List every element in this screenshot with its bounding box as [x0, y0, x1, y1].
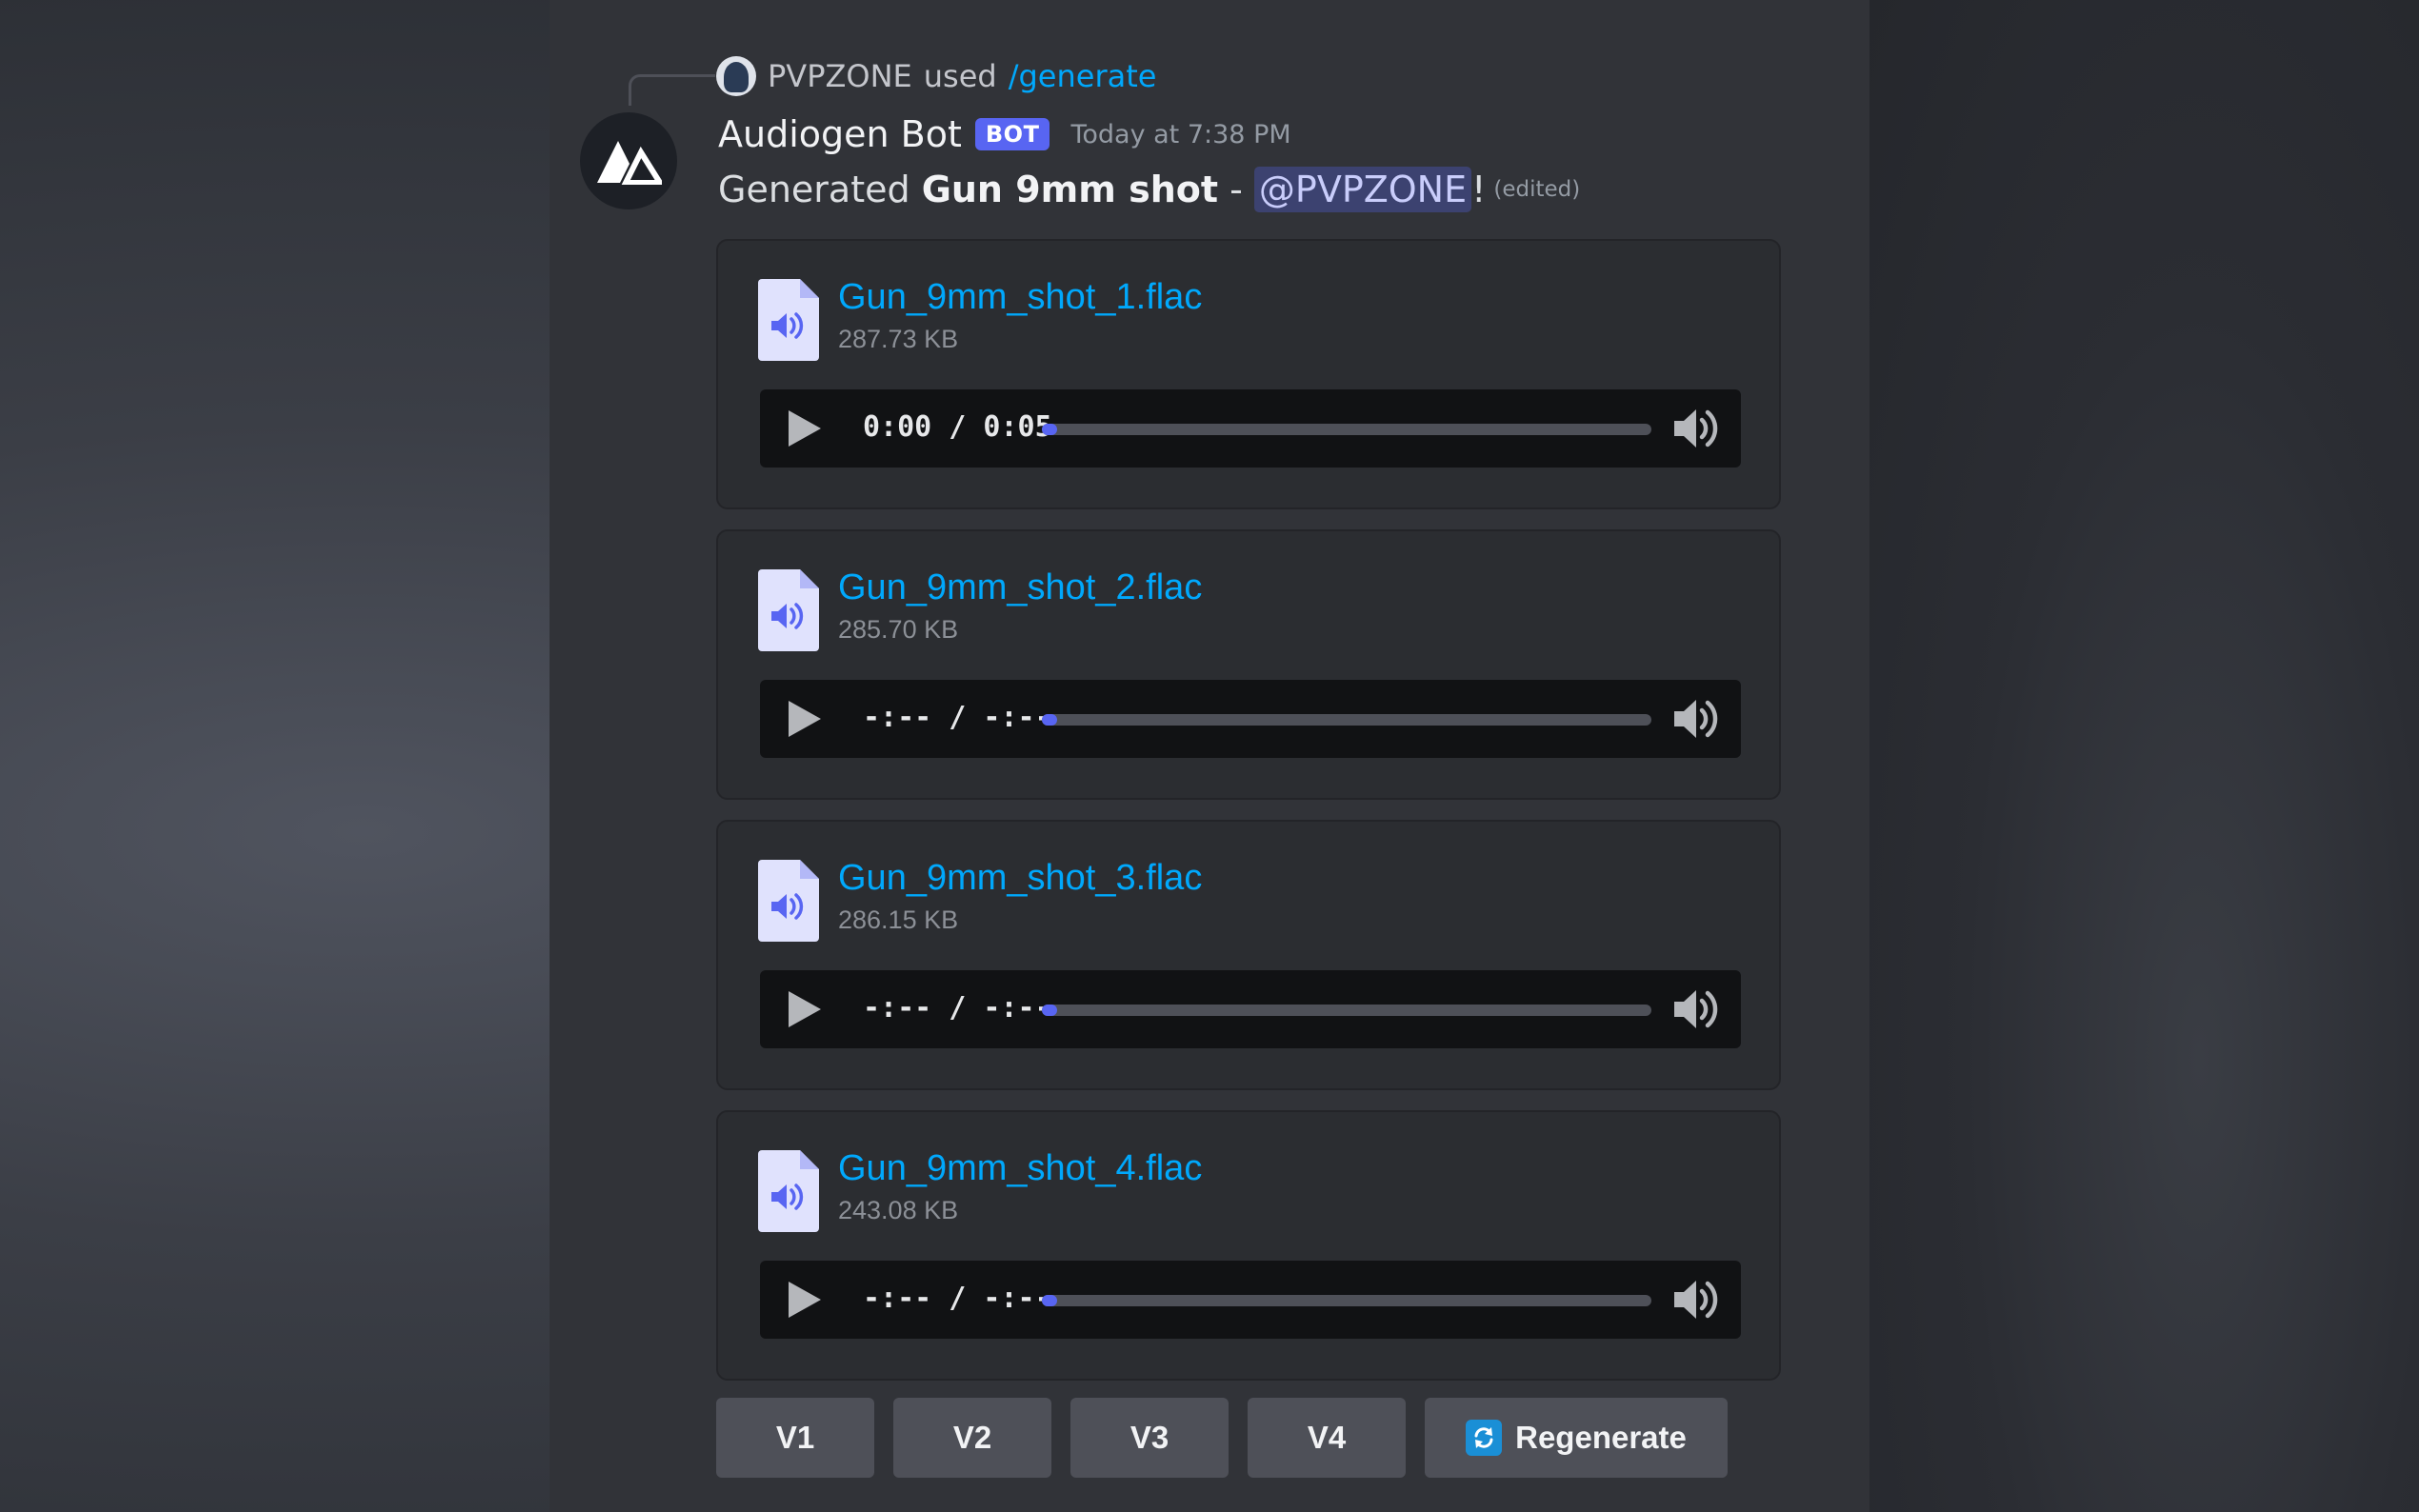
volume-icon[interactable]	[1670, 1276, 1722, 1323]
message-prompt: Gun 9mm shot	[921, 169, 1219, 210]
v2-button[interactable]: V2	[893, 1398, 1051, 1478]
playback-time: -:-- / -:--	[863, 701, 1052, 734]
message-separator: -	[1218, 169, 1254, 210]
seek-progress	[1042, 424, 1057, 435]
reply-username[interactable]: PVPZONE	[768, 58, 912, 94]
v3-button[interactable]: V3	[1070, 1398, 1229, 1478]
attachment-size: 243.08 KB	[838, 1196, 959, 1224]
audio-attachment: Gun_9mm_shot_2.flac 285.70 KB -:-- / -:-…	[716, 529, 1781, 800]
play-icon[interactable]	[781, 987, 825, 1031]
seek-bar[interactable]	[1042, 1005, 1651, 1016]
attachment-size: 286.15 KB	[838, 905, 959, 934]
user-mention[interactable]: @PVPZONE	[1253, 167, 1472, 212]
regenerate-button[interactable]: Regenerate	[1425, 1398, 1728, 1478]
audio-file-icon	[758, 279, 819, 361]
refresh-icon	[1466, 1420, 1503, 1456]
seek-progress	[1042, 714, 1057, 726]
volume-icon[interactable]	[1670, 405, 1722, 452]
attachment-filename[interactable]: Gun_9mm_shot_1.flac	[838, 277, 1202, 318]
audio-file-icon	[758, 1150, 819, 1232]
reply-used-text: used	[923, 58, 997, 94]
volume-icon[interactable]	[1670, 985, 1722, 1033]
seek-progress	[1042, 1005, 1057, 1016]
message-suffix: !	[1471, 169, 1487, 210]
seek-progress	[1042, 1295, 1057, 1306]
reply-reference[interactable]: PVPZONE used /generate	[716, 55, 1156, 97]
playback-time: 0:00 / 0:05	[863, 410, 1052, 444]
message-prefix: Generated	[718, 169, 922, 210]
audio-attachment: Gun_9mm_shot_4.flac 243.08 KB -:-- / -:-…	[716, 1110, 1781, 1381]
attachment-filename[interactable]: Gun_9mm_shot_3.flac	[838, 858, 1202, 899]
play-icon[interactable]	[781, 697, 825, 741]
audio-file-icon	[758, 569, 819, 651]
attachment-size: 287.73 KB	[838, 325, 959, 353]
audio-file-icon	[758, 860, 819, 942]
audio-attachment: Gun_9mm_shot_3.flac 286.15 KB -:-- / -:-…	[716, 820, 1781, 1090]
seek-bar[interactable]	[1042, 1295, 1651, 1306]
v1-button[interactable]: V1	[716, 1398, 874, 1478]
reply-avatar[interactable]	[716, 56, 756, 96]
regenerate-label: Regenerate	[1515, 1420, 1687, 1455]
bot-avatar[interactable]	[580, 112, 677, 209]
playback-time: -:-- / -:--	[863, 1282, 1052, 1315]
action-buttons: V1 V2 V3 V4 Regenerate	[716, 1398, 1728, 1478]
audio-attachment: Gun_9mm_shot_1.flac 287.73 KB 0:00 / 0:0…	[716, 239, 1781, 509]
v4-button[interactable]: V4	[1248, 1398, 1406, 1478]
play-icon[interactable]	[781, 1278, 825, 1322]
message-content: Generated Gun 9mm shot - @PVPZONE! (edite…	[718, 164, 1580, 215]
message-timestamp: Today at 7:38 PM	[1070, 119, 1291, 149]
right-backdrop	[1869, 0, 2419, 1512]
volume-icon[interactable]	[1670, 695, 1722, 743]
audiogen-logo-icon	[597, 141, 662, 185]
reply-command[interactable]: /generate	[1009, 58, 1157, 94]
edited-marker: (edited)	[1493, 177, 1581, 202]
attachment-filename[interactable]: Gun_9mm_shot_2.flac	[838, 567, 1202, 608]
audio-player: -:-- / -:--	[760, 680, 1741, 758]
message-header: Audiogen Bot BOT Today at 7:38 PM	[718, 110, 1291, 158]
attachment-filename[interactable]: Gun_9mm_shot_4.flac	[838, 1148, 1202, 1189]
audio-player: -:-- / -:--	[760, 970, 1741, 1048]
seek-bar[interactable]	[1042, 714, 1651, 726]
playback-time: -:-- / -:--	[863, 991, 1052, 1025]
bot-badge: BOT	[974, 118, 1050, 150]
author-name[interactable]: Audiogen Bot	[718, 113, 962, 155]
seek-bar[interactable]	[1042, 424, 1651, 435]
attachment-size: 285.70 KB	[838, 615, 959, 644]
audio-player: -:-- / -:--	[760, 1261, 1741, 1339]
reply-connector	[629, 74, 715, 106]
audio-player: 0:00 / 0:05	[760, 389, 1741, 468]
play-icon[interactable]	[781, 407, 825, 450]
